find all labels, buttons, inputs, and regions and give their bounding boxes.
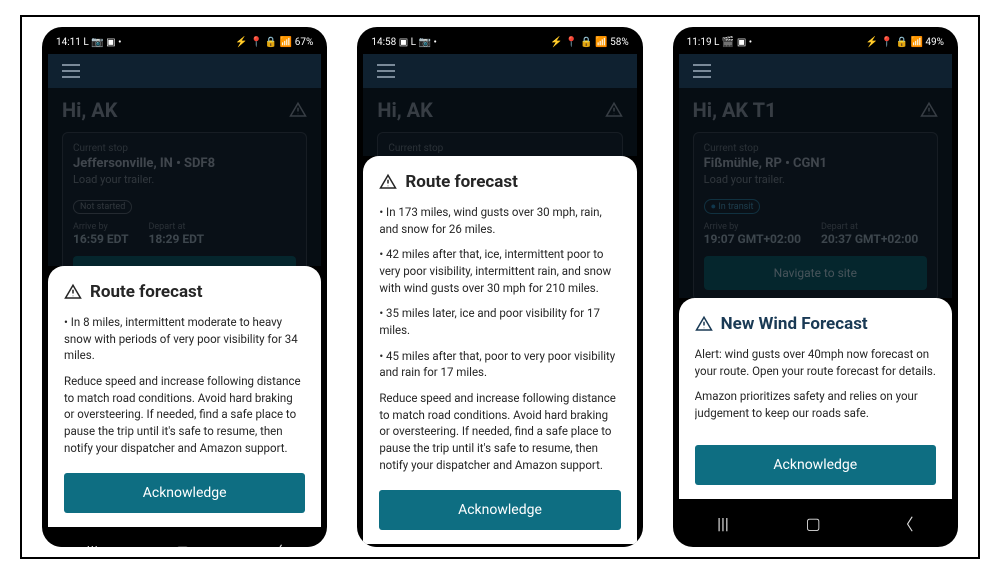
menu-icon[interactable] — [62, 64, 80, 78]
status-right: ⚡ 📍 🔒 📶 49% — [866, 37, 944, 48]
status-bar: 11:19 L 🎬 ▣ • ⚡ 📍 🔒 📶 49% — [679, 35, 952, 54]
menu-icon[interactable] — [377, 64, 395, 78]
status-time: 14:11 L 📷 ▣ • — [56, 37, 121, 48]
sheet-title: Route forecast — [64, 282, 305, 302]
back-button[interactable]: 〈 — [898, 511, 914, 535]
acknowledge-button[interactable]: Acknowledge — [64, 473, 305, 513]
forecast-bullet: • 42 miles after that, ice, intermittent… — [379, 246, 620, 296]
background-content: Hi, AKCurrent stop Sumner, WA • BFI1 Loa… — [363, 88, 636, 156]
phone-mockup: 14:58 ▣ L 📷 • ⚡ 📍 🔒 📶 58% Hi, AKCurrent st… — [357, 27, 642, 547]
menu-icon[interactable] — [693, 64, 711, 78]
recent-apps-button[interactable]: ||| — [717, 514, 729, 533]
android-nav-bar: ||| ▢ 〈 — [679, 499, 952, 539]
android-nav-bar: ||| ▢ 〈 — [48, 527, 321, 547]
status-right: ⚡ 📍 🔒 📶 58% — [550, 37, 628, 48]
phone-mockup: 11:19 L 🎬 ▣ • ⚡ 📍 🔒 📶 49% Hi, AK T1Current… — [673, 27, 958, 547]
forecast-bullet: • 35 miles later, ice and poor visibilit… — [379, 305, 620, 338]
warning-icon — [379, 173, 397, 191]
home-button[interactable]: ▢ — [175, 542, 190, 547]
bottom-sheet: New Wind Forecast Alert: wind gusts over … — [679, 298, 952, 499]
status-time: 14:58 ▣ L 📷 • — [371, 37, 436, 48]
app-header — [363, 54, 636, 88]
sheet-content: Alert: wind gusts over 40mph now forecas… — [695, 346, 936, 437]
advice-text: Reduce speed and increase following dist… — [379, 390, 620, 473]
status-right: ⚡ 📍 🔒 📶 67% — [235, 37, 313, 48]
app-header — [679, 54, 952, 88]
acknowledge-button[interactable]: Acknowledge — [695, 445, 936, 485]
alert-text: Alert: wind gusts over 40mph now forecas… — [695, 346, 936, 379]
sheet-content: • In 8 miles, intermittent moderate to h… — [64, 314, 305, 465]
forecast-bullet: • 45 miles after that, poor to very poor… — [379, 348, 620, 381]
status-bar: 14:58 ▣ L 📷 • ⚡ 📍 🔒 📶 58% — [363, 35, 636, 54]
status-bar: 14:11 L 📷 ▣ • ⚡ 📍 🔒 📶 67% — [48, 35, 321, 54]
back-button[interactable]: 〈 — [267, 539, 283, 547]
warning-icon — [695, 315, 713, 333]
bottom-sheet: Route forecast • In 8 miles, intermittent… — [48, 266, 321, 527]
background-content: Hi, AKCurrent stop Jeffersonville, IN • … — [48, 88, 321, 266]
home-button[interactable]: ▢ — [806, 514, 821, 533]
phone-mockup: 14:11 L 📷 ▣ • ⚡ 📍 🔒 📶 67% Hi, AKCurrent st… — [42, 27, 327, 547]
acknowledge-button[interactable]: Acknowledge — [379, 490, 620, 530]
status-time: 11:19 L 🎬 ▣ • — [687, 37, 752, 48]
android-nav-bar: |||▢〈 — [363, 544, 636, 547]
app-header — [48, 54, 321, 88]
screenshot-frame: 14:11 L 📷 ▣ • ⚡ 📍 🔒 📶 67% Hi, AKCurrent st… — [20, 15, 980, 559]
bottom-sheet: Route forecast • In 173 miles, wind gusts… — [363, 156, 636, 544]
forecast-bullet: • In 8 miles, intermittent moderate to h… — [64, 314, 305, 364]
background-content: Hi, AK T1Current stop Fißmühle, RP • CGN… — [679, 88, 952, 298]
recent-apps-button[interactable]: ||| — [86, 542, 98, 547]
warning-icon — [64, 283, 82, 301]
advice-text: Amazon prioritizes safety and relies on … — [695, 388, 936, 421]
sheet-title: New Wind Forecast — [695, 314, 936, 334]
sheet-title: Route forecast — [379, 172, 620, 192]
advice-text: Reduce speed and increase following dist… — [64, 373, 305, 456]
forecast-bullet: • In 173 miles, wind gusts over 30 mph, … — [379, 204, 620, 237]
sheet-content: • In 173 miles, wind gusts over 30 mph, … — [379, 204, 620, 482]
